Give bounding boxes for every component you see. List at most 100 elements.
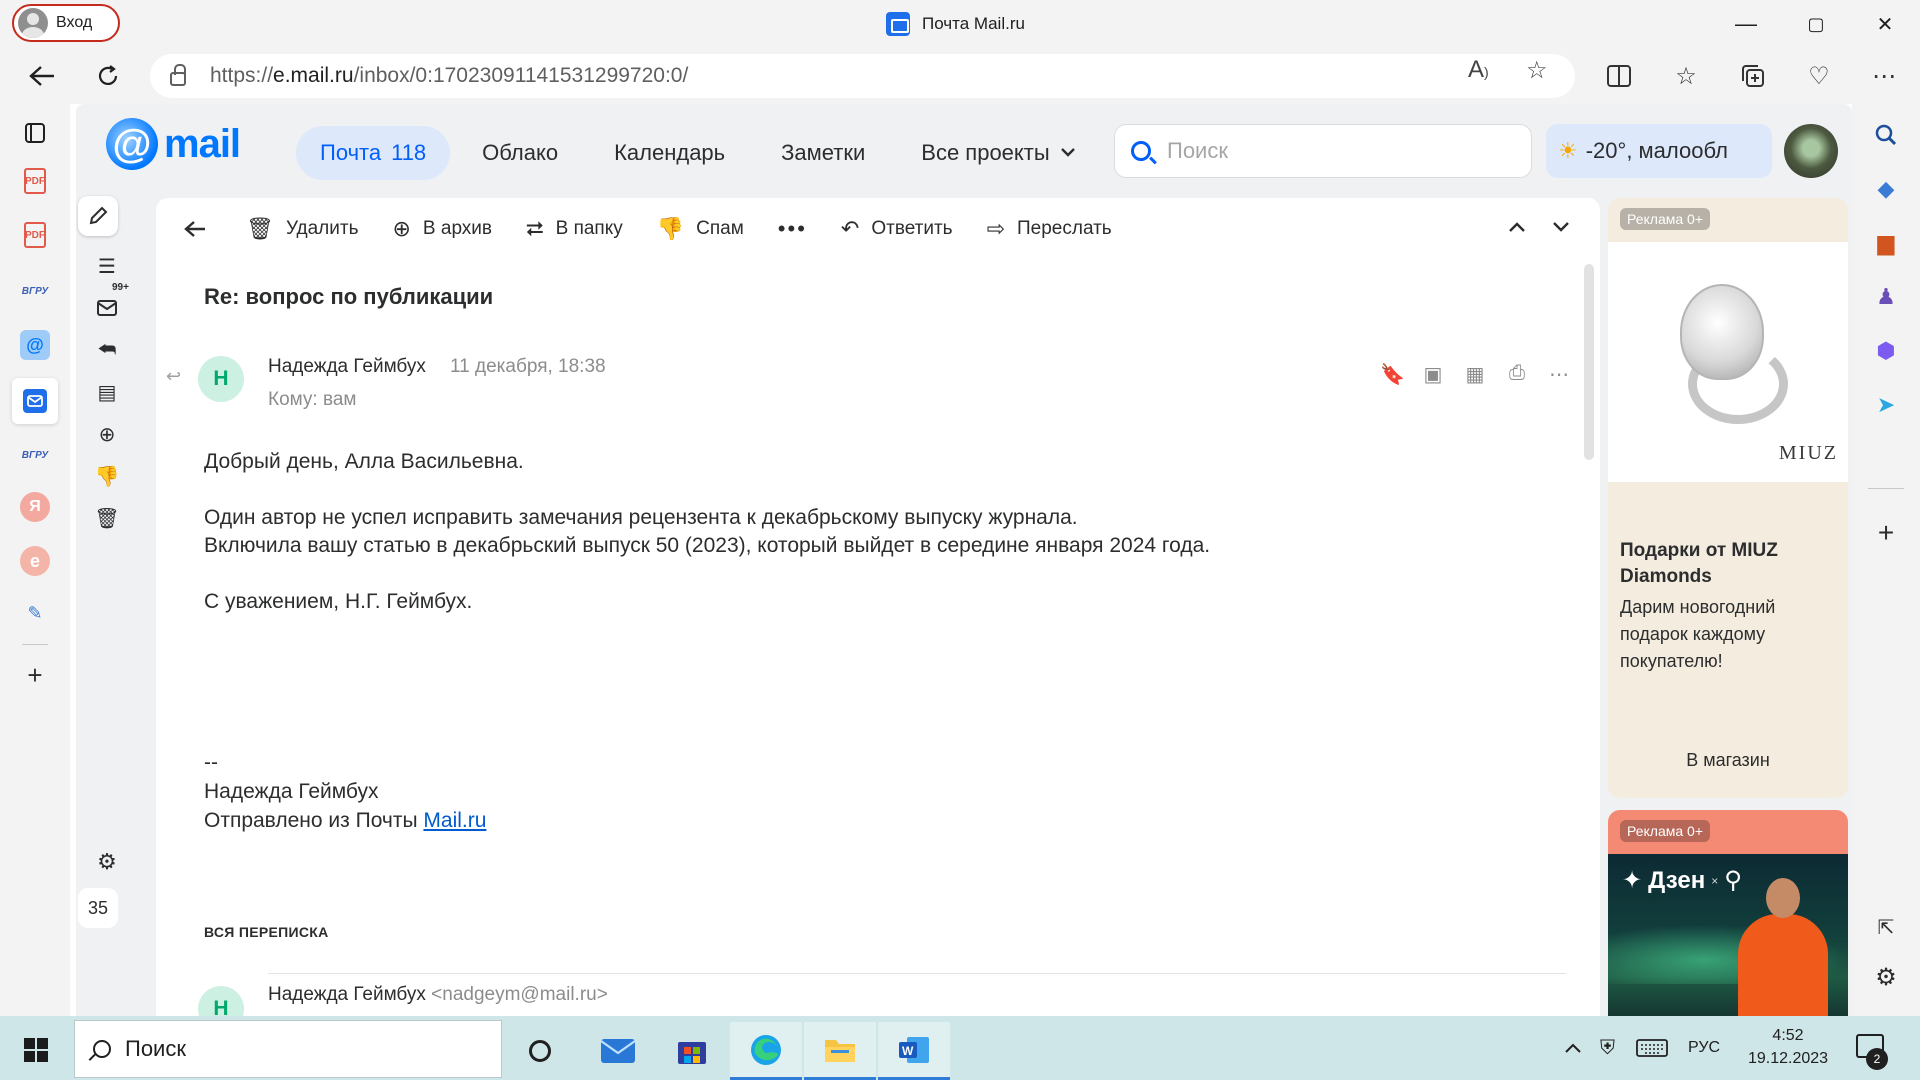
lock-icon bbox=[170, 64, 186, 86]
ad-dzen-image: ✦ Дзен × ⚲ bbox=[1608, 854, 1848, 1016]
tray-overflow-icon[interactable] bbox=[1564, 1016, 1582, 1080]
search-input[interactable]: Поиск bbox=[1114, 124, 1532, 178]
next-letter-icon[interactable] bbox=[1552, 216, 1570, 239]
inbox-folder-icon[interactable] bbox=[93, 294, 121, 322]
favorites-icon[interactable]: ☆ bbox=[1670, 60, 1702, 92]
forward-button[interactable]: ⇨ Переслать bbox=[987, 216, 1112, 242]
telegram-icon[interactable]: ➤ bbox=[1871, 390, 1901, 420]
sender-name[interactable]: Надежда Геймбух bbox=[268, 356, 426, 378]
sender-avatar[interactable]: Н bbox=[198, 356, 244, 402]
pdf-tab-icon[interactable]: PDF bbox=[24, 168, 46, 194]
add-sidebar-app-icon[interactable]: + bbox=[1871, 517, 1901, 548]
office-icon[interactable]: ⬢ bbox=[1871, 336, 1901, 366]
thread-item[interactable]: Надежда Геймбух <nadgeym@mail.ru> bbox=[268, 984, 608, 1006]
back-button[interactable] bbox=[24, 58, 60, 94]
edge-app-icon[interactable] bbox=[730, 1022, 802, 1080]
pdf-tab-icon[interactable]: PDF bbox=[24, 222, 46, 248]
mail-tab-icon-active[interactable] bbox=[12, 378, 58, 424]
nav-mail[interactable]: Почта 118 bbox=[296, 126, 451, 180]
calendar-day-button[interactable]: 35 bbox=[78, 888, 118, 928]
mail-app-icon[interactable] bbox=[582, 1022, 654, 1080]
split-screen-icon[interactable] bbox=[1603, 60, 1635, 92]
notification-count: 2 bbox=[1866, 1048, 1888, 1070]
keyboard-icon[interactable] bbox=[1636, 1016, 1668, 1080]
read-aloud-icon[interactable]: A) bbox=[1468, 56, 1489, 84]
more-icon[interactable]: ⋯ bbox=[1548, 362, 1570, 387]
nav-calendar[interactable]: Календарь bbox=[590, 126, 749, 180]
maximize-button[interactable]: ▢ bbox=[1793, 8, 1839, 40]
favorite-star-icon[interactable]: ☆ bbox=[1526, 56, 1548, 85]
add-tab-icon[interactable]: + bbox=[20, 660, 50, 690]
spam-folder-icon[interactable]: 👎 bbox=[93, 462, 121, 490]
notes-tab-icon[interactable]: ✎ bbox=[20, 598, 50, 628]
trash-folder-icon[interactable]: 🗑 bbox=[93, 504, 121, 532]
ad-shop-button[interactable]: В магазин bbox=[1608, 750, 1848, 771]
reply-button[interactable]: ↶ Ответить bbox=[841, 216, 953, 242]
bookmark-icon[interactable]: 🔖 bbox=[1380, 362, 1405, 387]
nav-all-projects[interactable]: Все проекты bbox=[897, 126, 1099, 180]
thread-sender-avatar[interactable]: Н bbox=[198, 986, 244, 1016]
shopping-tag-icon[interactable]: ◆ bbox=[1871, 174, 1901, 204]
letter-scrollbar[interactable] bbox=[1584, 264, 1594, 460]
ad-badge: Реклама 0+ bbox=[1620, 820, 1711, 842]
reload-button[interactable] bbox=[90, 58, 126, 94]
ad-title: Подарки от MIUZ Diamonds bbox=[1620, 540, 1778, 587]
sent-folder-icon[interactable]: ⮪ bbox=[93, 336, 121, 364]
delete-button[interactable]: 🗑 Удалить bbox=[246, 216, 358, 242]
store-app-icon[interactable] bbox=[656, 1022, 728, 1080]
security-shield-icon[interactable]: ⛨ bbox=[1600, 1016, 1615, 1080]
input-language[interactable]: РУС bbox=[1688, 1016, 1720, 1080]
word-app-icon[interactable]: W bbox=[878, 1022, 950, 1080]
address-bar[interactable]: https://e.mail.ru/inbox/0:17023091141531… bbox=[150, 54, 1575, 98]
browser-essentials-icon[interactable]: ♡ bbox=[1803, 60, 1835, 92]
more-menu-icon[interactable]: ⋯ bbox=[1868, 60, 1900, 92]
letter-recipients[interactable]: Кому: вам bbox=[268, 389, 356, 411]
nav-cloud[interactable]: Облако bbox=[458, 126, 582, 180]
tools-briefcase-icon[interactable]: ▆ bbox=[1871, 228, 1901, 258]
svg-text:W: W bbox=[902, 1044, 914, 1058]
search-sidebar-icon[interactable] bbox=[1871, 120, 1901, 150]
print-icon[interactable]: ⎙ bbox=[1506, 362, 1528, 387]
video-call-icon[interactable]: ▣ bbox=[1422, 362, 1444, 387]
reload-icon bbox=[98, 65, 118, 85]
e-tab-icon[interactable]: e bbox=[20, 546, 50, 576]
taskbar-search-input[interactable]: Поиск bbox=[74, 1020, 502, 1078]
open-external-icon[interactable]: ⇱ bbox=[1871, 912, 1901, 942]
yandex-tab-icon[interactable]: Я bbox=[20, 492, 50, 522]
ad-banner-dzen[interactable]: ✦ Дзен × ⚲ Реклама 0+ bbox=[1608, 810, 1848, 1016]
previous-letter-icon[interactable] bbox=[1508, 216, 1526, 239]
window-title: Почта Mail.ru bbox=[886, 12, 1025, 36]
back-to-list-icon[interactable] bbox=[184, 214, 206, 245]
ad-banner-miuz[interactable]: MIUZ Реклама 0+ Подарки от MIUZ Diamonds… bbox=[1608, 198, 1848, 798]
archive-folder-icon[interactable]: ⊕ bbox=[93, 420, 121, 448]
vgru-tab-icon[interactable]: ВГРУ bbox=[20, 440, 50, 470]
mail-logo[interactable]: @ mail bbox=[106, 118, 241, 170]
settings-gear-icon[interactable]: ⚙ bbox=[93, 848, 121, 876]
games-icon[interactable]: ♟ bbox=[1871, 282, 1901, 312]
user-avatar[interactable] bbox=[1784, 124, 1838, 178]
archive-button[interactable]: ⊕ В архив bbox=[392, 216, 492, 242]
drafts-folder-icon[interactable]: ▤ bbox=[93, 378, 121, 406]
mailru-at-tab-icon[interactable]: @ bbox=[20, 330, 50, 360]
collections-icon[interactable] bbox=[1737, 60, 1769, 92]
nav-notes[interactable]: Заметки bbox=[757, 126, 889, 180]
profile-avatar-icon bbox=[18, 8, 48, 38]
mailru-link[interactable]: Mail.ru bbox=[423, 809, 486, 832]
weather-widget[interactable]: ☀ -20°, малообл bbox=[1546, 124, 1772, 178]
file-explorer-icon[interactable] bbox=[804, 1022, 876, 1080]
calendar-event-icon[interactable]: ▦ bbox=[1464, 362, 1486, 387]
windows-start-icon[interactable] bbox=[24, 1038, 48, 1062]
move-to-folder-button[interactable]: ⮂ В папку bbox=[526, 216, 623, 242]
sidebar-settings-icon[interactable]: ⚙ bbox=[1871, 962, 1901, 992]
tab-actions-icon[interactable] bbox=[20, 118, 50, 148]
menu-icon[interactable]: ☰ bbox=[93, 252, 121, 280]
compose-button[interactable] bbox=[78, 196, 118, 236]
cortana-icon[interactable] bbox=[504, 1022, 576, 1080]
more-actions-icon[interactable]: ••• bbox=[778, 216, 807, 242]
minimize-button[interactable]: — bbox=[1723, 8, 1769, 40]
vgru-tab-icon[interactable]: ВГРУ bbox=[20, 276, 50, 306]
spam-button[interactable]: 👎 Спам bbox=[657, 216, 744, 242]
close-button[interactable]: ✕ bbox=[1862, 8, 1908, 40]
profile-button[interactable]: Вход bbox=[12, 4, 120, 42]
taskbar-clock[interactable]: 4:52 19.12.2023 bbox=[1738, 1024, 1838, 1070]
